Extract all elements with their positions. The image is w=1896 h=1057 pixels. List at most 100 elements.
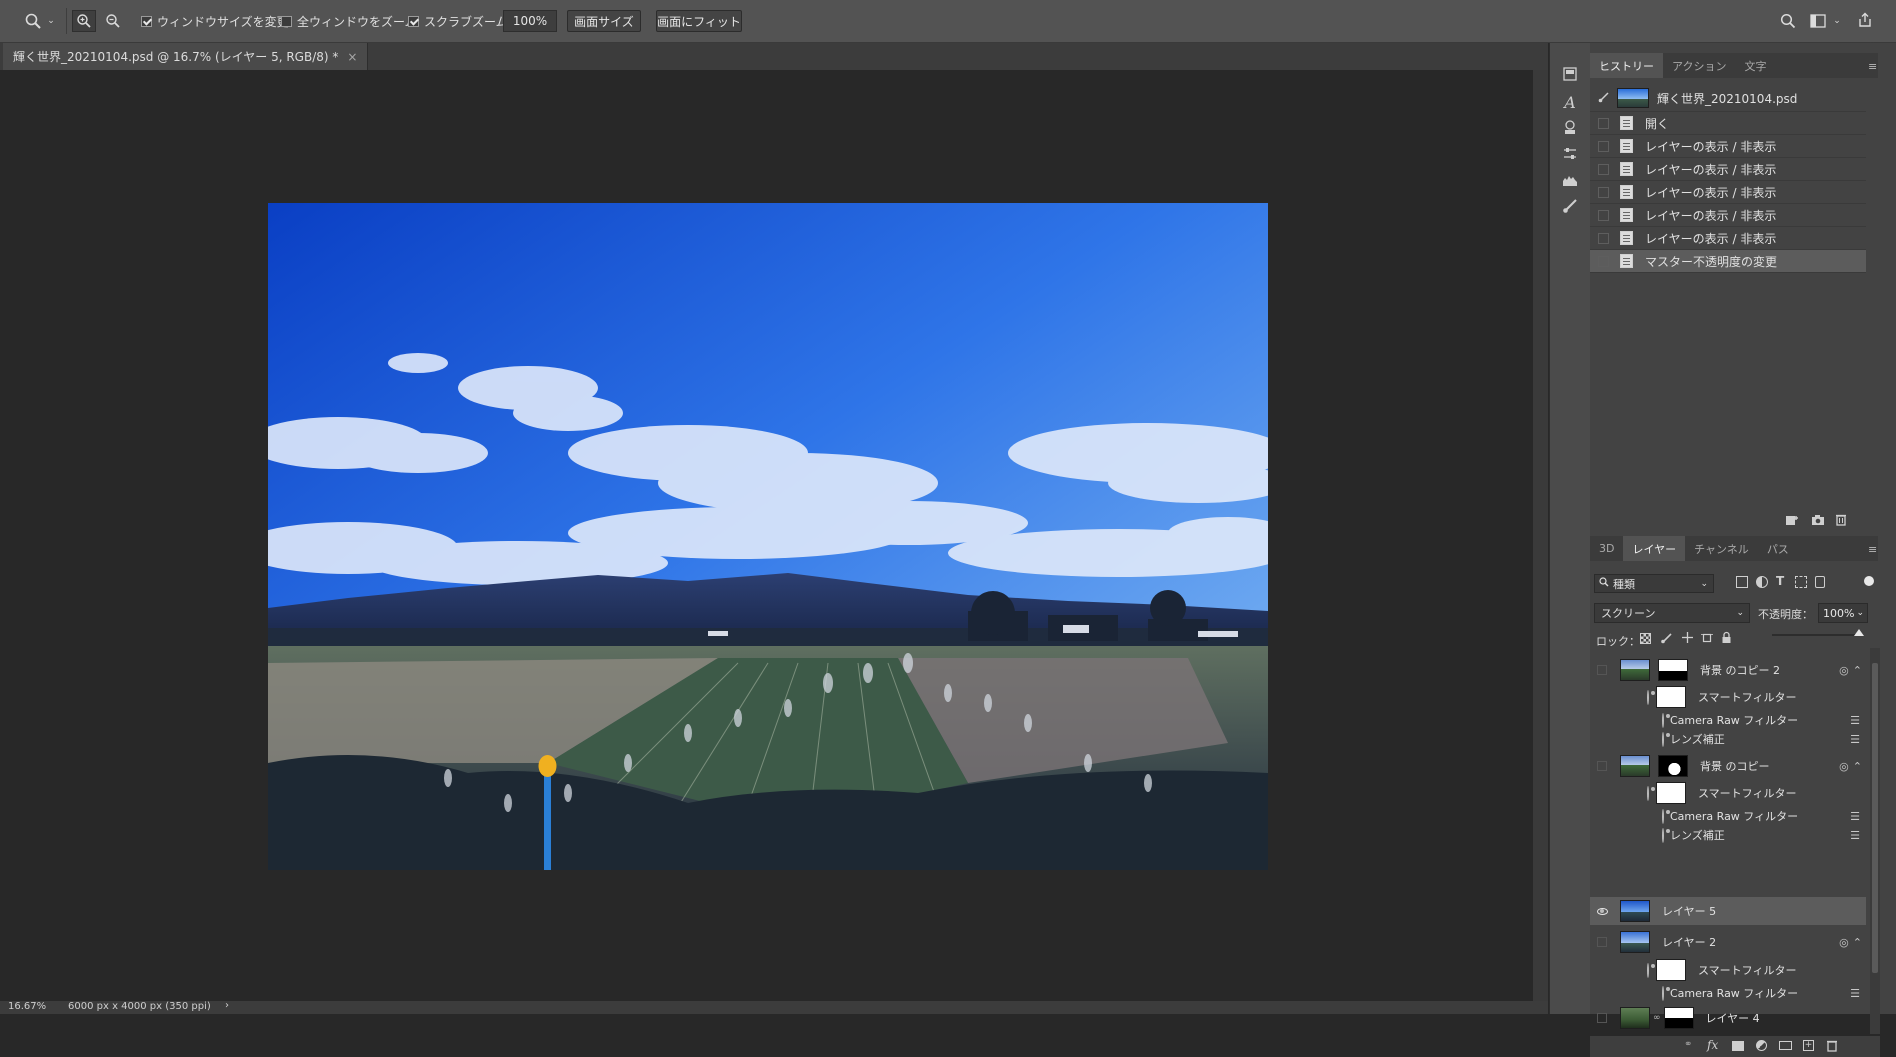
document-tab[interactable]: 輝く世界_20210104.psd @ 16.7% (レイヤー 5, RGB/8… [3,43,369,70]
tab-character[interactable]: 文字 [1735,53,1775,78]
history-item[interactable]: レイヤーの表示 / 非表示 [1590,158,1866,181]
new-group-folder-icon[interactable] [1779,1041,1792,1050]
history-brush-source-icon[interactable] [1598,91,1610,106]
filter-type-layer-icon[interactable]: T [1776,574,1784,588]
history-brush-source-box[interactable] [1598,255,1609,267]
layer-name[interactable]: 背景 のコピー [1700,758,1770,774]
tab-channels[interactable]: チャンネル [1685,536,1758,561]
add-mask-icon[interactable] [1732,1041,1744,1051]
visibility-eye-icon[interactable] [1662,712,1664,728]
filter-blending-options-icon[interactable]: ☰ [1850,714,1860,727]
history-panel-icon[interactable] [1560,64,1580,84]
history-item[interactable]: レイヤーの表示 / 非表示 [1590,204,1866,227]
filter-shape-layer-icon[interactable] [1795,576,1807,588]
lock-transparent-pixels-icon[interactable] [1640,633,1651,644]
visibility-eye-icon[interactable] [1647,785,1649,801]
trash-icon[interactable] [1826,1039,1838,1055]
filter-effect-row[interactable]: Camera Raw フィルター ☰ [1590,984,1866,1002]
filter-effect-row[interactable]: Camera Raw フィルター ☰ [1590,711,1866,729]
visibility-toggle-empty[interactable] [1594,759,1610,773]
layer-name[interactable]: レイヤー 5 [1662,903,1716,919]
trash-icon[interactable] [1835,513,1847,529]
layer-mask-thumbnail[interactable] [1658,659,1688,681]
adjustments-panel-icon[interactable] [1560,144,1580,164]
fill-screen-button[interactable]: 画面にフィット [656,10,742,32]
properties-panel-icon[interactable] [1560,118,1580,138]
checkbox-checked[interactable] [141,15,152,27]
new-adjustment-layer-icon[interactable] [1756,1040,1767,1051]
new-layer-icon[interactable]: + [1803,1040,1814,1051]
visibility-eye-icon[interactable] [1594,904,1610,918]
history-brush-source-box[interactable] [1598,186,1609,198]
filter-adjustment-layer-icon[interactable] [1756,576,1768,588]
history-panel-menu-icon[interactable]: ≡ [1868,60,1877,73]
workspace-chevron-icon[interactable]: ⌄ [1832,15,1842,27]
camera-snapshot-icon[interactable] [1811,514,1825,529]
collapse-arrow-icon[interactable]: ⌃ [1853,936,1862,949]
smart-filter-row[interactable]: スマートフィルター [1590,958,1866,982]
filter-blending-options-icon[interactable]: ☰ [1850,810,1860,823]
history-item-selected[interactable]: マスター不透明度の変更 [1590,250,1866,273]
filter-toggle-icon[interactable] [1864,576,1874,586]
fit-screen-button[interactable]: 画面サイズ [567,10,641,32]
history-item[interactable]: 開く [1590,112,1866,135]
layer-filter-kind-select[interactable]: 種類 ⌄ [1594,574,1714,593]
scrubby-zoom-checkbox[interactable]: スクラブズーム [408,11,508,31]
smart-filter-row[interactable]: スマートフィルター [1590,685,1866,709]
layers-panel-menu-icon[interactable]: ≡ [1868,543,1877,556]
character-panel-icon[interactable]: A [1560,92,1580,112]
search-icon[interactable] [1778,11,1798,31]
history-brush-source-box[interactable] [1598,232,1609,244]
history-item[interactable]: レイヤーの表示 / 非表示 [1590,135,1866,158]
filter-effect-row[interactable]: レンズ補正 ☰ [1590,730,1866,748]
history-snapshot-row[interactable]: 輝く世界_20210104.psd [1590,85,1866,112]
blend-mode-select[interactable]: スクリーン ⌄ [1594,603,1750,623]
filter-smart-object-icon[interactable] [1815,576,1825,588]
opacity-field[interactable]: 100% ⌄ [1818,603,1868,623]
smart-filter-mask-thumbnail[interactable] [1656,959,1686,981]
brush-settings-icon[interactable] [1560,196,1580,216]
history-item[interactable]: レイヤーの表示 / 非表示 [1590,227,1866,250]
filter-effect-row[interactable]: レンズ補正 ☰ [1590,826,1866,844]
layer-name[interactable]: レイヤー 4 [1706,1010,1760,1026]
filter-effect-row[interactable]: Camera Raw フィルター ☰ [1590,807,1866,825]
history-brush-source-box[interactable] [1598,163,1609,175]
layer-name[interactable]: レイヤー 2 [1662,934,1716,950]
history-brush-source-box[interactable] [1598,117,1609,129]
tab-3d[interactable]: 3D [1590,536,1623,561]
document-canvas-image[interactable] [268,203,1268,870]
history-brush-source-box[interactable] [1598,209,1609,221]
tool-preset-chevron-icon[interactable]: ⌄ [46,15,56,27]
new-document-from-state-icon[interactable] [1785,514,1799,529]
visibility-eye-icon[interactable] [1647,962,1649,978]
visibility-eye-icon[interactable] [1662,985,1664,1001]
checkbox-unchecked[interactable] [281,15,292,27]
layer-name[interactable]: 背景 のコピー 2 [1700,662,1780,678]
lock-artboard-icon[interactable] [1701,632,1713,647]
smart-filter-mask-thumbnail[interactable] [1656,686,1686,708]
close-tab-icon[interactable]: × [347,50,357,64]
lock-all-icon[interactable] [1721,631,1732,647]
filter-blending-options-icon[interactable]: ☰ [1850,829,1860,842]
tab-paths[interactable]: パス [1758,536,1798,561]
fill-slider-handle[interactable] [1854,629,1864,636]
layer-row[interactable]: 背景 のコピー ◎ ⌃ [1590,752,1866,780]
link-layers-icon[interactable]: ⚭ [1684,1039,1692,1050]
visibility-eye-icon[interactable] [1662,808,1664,824]
filter-blending-options-icon[interactable]: ☰ [1850,987,1860,1000]
layer-row-selected[interactable]: レイヤー 5 [1590,897,1866,925]
smart-filter-row[interactable]: スマートフィルター [1590,781,1866,805]
history-item[interactable]: レイヤーの表示 / 非表示 [1590,181,1866,204]
fill-slider-track[interactable] [1772,634,1860,636]
layers-scrollbar-thumb[interactable] [1872,663,1878,973]
histogram-panel-icon[interactable] [1560,170,1580,190]
collapse-arrow-icon[interactable]: ⌃ [1853,760,1862,773]
zoom-tool-icon[interactable] [22,11,44,31]
visibility-eye-icon[interactable] [1662,731,1664,747]
history-brush-source-box[interactable] [1598,140,1609,152]
fx-icon[interactable]: fx [1707,1038,1718,1052]
layer-row[interactable]: ∞ レイヤー 4 [1590,1005,1866,1031]
resize-windows-checkbox[interactable]: ウィンドウサイズを変更 [141,11,289,31]
layer-mask-thumbnail[interactable] [1663,1007,1694,1029]
collapse-arrow-icon[interactable]: ⌃ [1853,664,1862,677]
